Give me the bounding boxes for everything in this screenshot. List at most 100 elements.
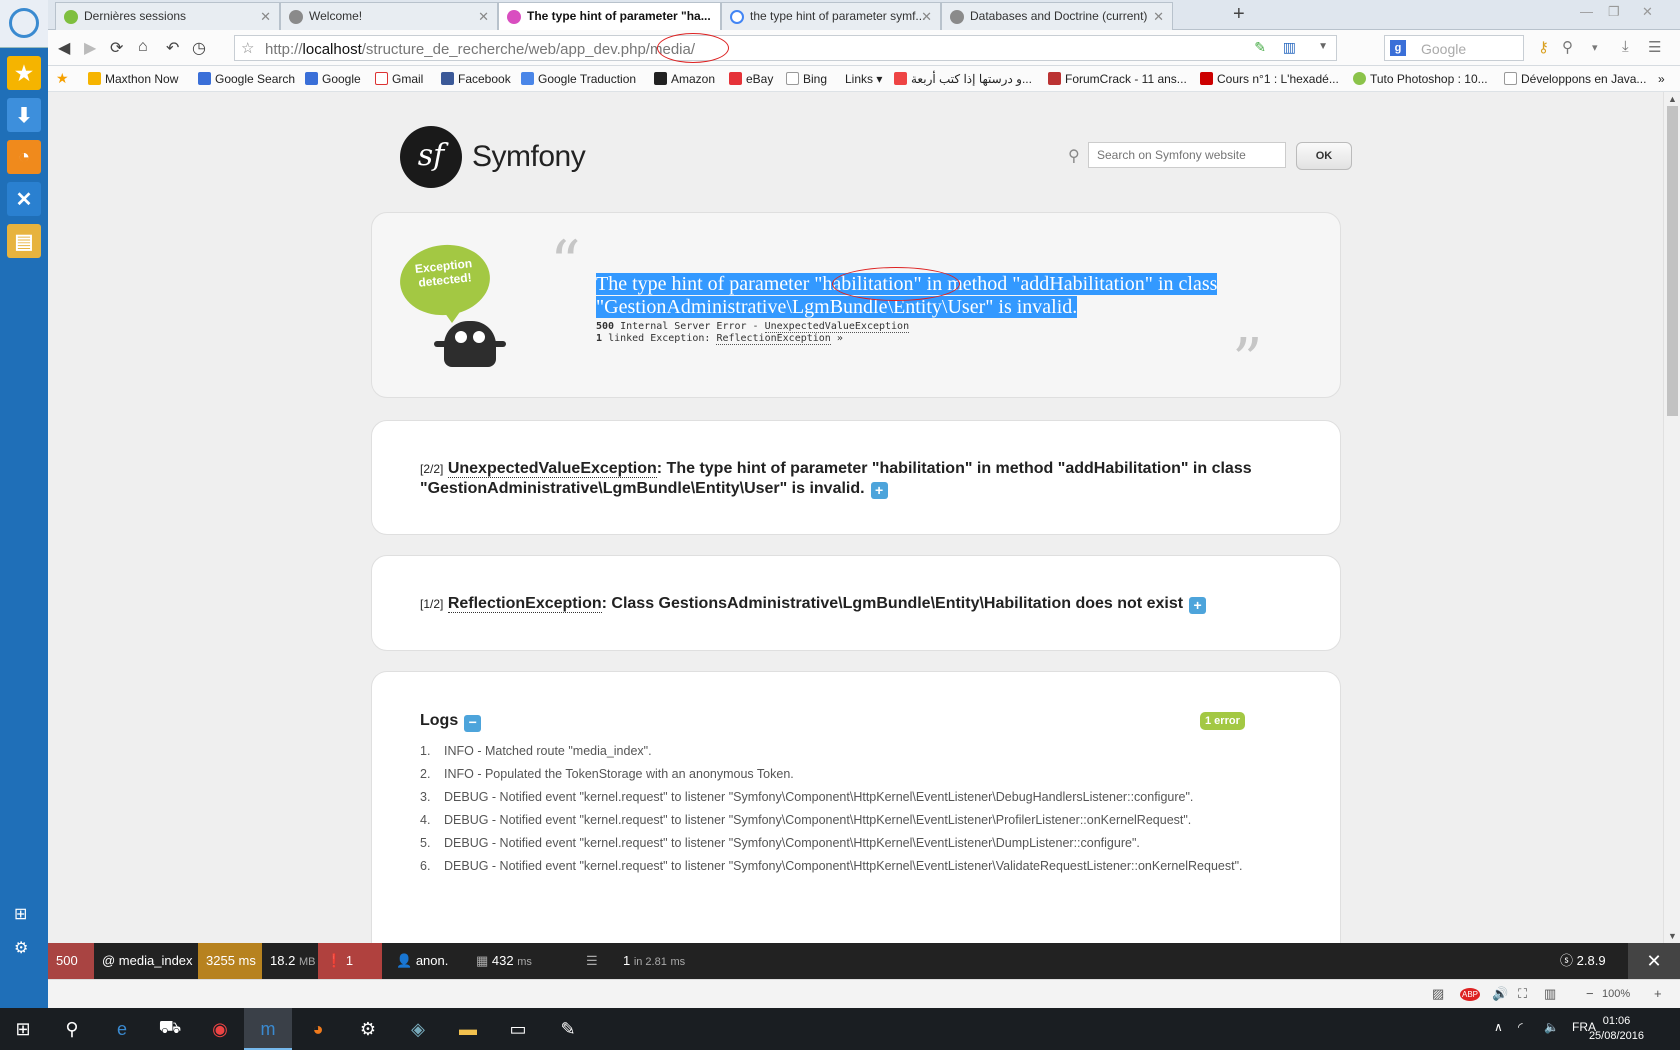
back-icon[interactable]: ◀ (58, 38, 70, 58)
tools-icon[interactable]: ✕ (7, 182, 41, 216)
tab-active-exception[interactable]: The type hint of parameter "ha... (498, 2, 721, 31)
vertical-scrollbar[interactable]: ▲ ▼ (1663, 92, 1680, 943)
rss-icon[interactable]: ◔ (7, 140, 41, 174)
symfony-search-input[interactable] (1088, 142, 1286, 168)
history-icon[interactable]: ◷ (192, 38, 206, 58)
close-icon[interactable]: ✕ (921, 9, 932, 25)
exception-class[interactable]: ReflectionException (447, 595, 602, 613)
bookmark-google-search[interactable]: Google Search (198, 72, 295, 86)
zoom-in-icon[interactable]: + (1654, 986, 1662, 1001)
search-box[interactable]: g Google (1384, 35, 1524, 61)
tab-google-search[interactable]: the type hint of parameter symf... ✕ (721, 2, 941, 30)
bookmark-amazon[interactable]: Amazon (654, 72, 715, 86)
downloads-icon[interactable]: ⤓ (1622, 38, 1629, 55)
symfony-logo-text[interactable]: Symfony (472, 140, 586, 174)
database-queries[interactable]: ☰ 1 in 2.81 ms (578, 943, 693, 979)
file-explorer-icon[interactable]: ▬ (453, 1014, 483, 1044)
paint-icon[interactable]: ✎ (553, 1014, 583, 1044)
more-bookmarks-icon[interactable]: » (1658, 72, 1665, 86)
bookmark-facebook[interactable]: Facebook (441, 72, 511, 86)
bookmark-gmail[interactable]: Gmail (375, 72, 423, 86)
edge-icon[interactable]: e (107, 1014, 137, 1044)
expand-plus-icon[interactable]: + (1189, 597, 1207, 614)
exception-class-link[interactable]: UnexpectedValueException (764, 321, 910, 333)
expand-plus-icon[interactable]: + (870, 482, 888, 499)
search-ok-button[interactable]: OK (1296, 142, 1352, 170)
scroll-up-icon[interactable]: ▲ (1668, 94, 1677, 104)
bookmark-ebay[interactable]: eBay (729, 72, 773, 86)
settings-gear-icon[interactable]: ⚙ (14, 938, 28, 958)
memory-usage[interactable]: 18.2 MB (262, 943, 323, 979)
adblock-icon[interactable]: ABP (1460, 988, 1481, 1001)
home-icon[interactable]: ⌂ (138, 38, 148, 56)
add-panel-icon[interactable]: ⊞ (14, 904, 27, 924)
search-icon[interactable]: ⚲ (57, 1014, 87, 1044)
volume-icon[interactable]: 🔈 (1544, 1020, 1559, 1034)
tools-icon[interactable]: ⚲ (1562, 38, 1573, 56)
download-icon[interactable]: ⬇ (7, 98, 41, 132)
clock[interactable]: 01:06 25/08/2016 (1589, 1014, 1644, 1044)
close-icon[interactable]: ✕ (478, 9, 489, 25)
chrome-icon[interactable]: ◉ (205, 1014, 235, 1044)
bookmark-maxthon-now[interactable]: Maxthon Now (88, 72, 178, 86)
notes-icon[interactable]: ▤ (7, 224, 41, 258)
app-icon[interactable]: ⚙ (353, 1014, 383, 1044)
favorites-star-icon[interactable]: ★ (7, 56, 41, 90)
firefox-icon[interactable]: ◕ (303, 1014, 333, 1044)
reader-icon[interactable]: ▥ (1283, 39, 1296, 56)
favorites-star-icon[interactable]: ★ (56, 70, 69, 87)
menu-icon[interactable]: ☰ (1648, 38, 1661, 56)
tab-doctrine[interactable]: Databases and Doctrine (current) ✕ (941, 2, 1173, 30)
close-icon[interactable]: ✕ (260, 9, 271, 25)
tab-sessions[interactable]: Dernières sessions ✕ (55, 2, 280, 30)
windows-start-icon[interactable]: ⊞ (8, 1014, 38, 1044)
route-name[interactable]: @ media_index (94, 943, 201, 979)
collapse-minus-icon[interactable]: − (464, 715, 482, 732)
bookmark-arabic[interactable]: و درستها إذا كتب أربعة... (894, 72, 1032, 86)
key-icon[interactable]: ⚷ (1538, 38, 1549, 56)
fullscreen-icon[interactable]: ⛶ (1518, 986, 1527, 1002)
zoom-out-icon[interactable]: − (1586, 986, 1594, 1001)
exception-class[interactable]: UnexpectedValueException (447, 460, 657, 478)
bookmark-forumcrack[interactable]: ForumCrack - 11 ans... (1048, 72, 1187, 86)
pin-icon[interactable]: ✎ (1254, 39, 1266, 56)
maxthon-logo[interactable] (0, 0, 48, 48)
close-icon[interactable]: ✕ (1153, 9, 1164, 25)
chevron-down-icon[interactable]: ▾ (1592, 41, 1598, 54)
split-view-icon[interactable]: ▥ (1544, 986, 1556, 1002)
address-bar[interactable]: ☆ http://localhost/structure_de_recherch… (234, 33, 1337, 63)
tab-welcome[interactable]: Welcome! ✕ (280, 2, 498, 30)
bookmark-developpons-java[interactable]: Développons en Java... (1504, 72, 1646, 86)
undo-icon[interactable]: ↶ (166, 38, 179, 58)
symfony-version[interactable]: ⓢ 2.8.9 (1552, 943, 1614, 979)
bookmark-tuto-photoshop[interactable]: Tuto Photoshop : 10... (1353, 72, 1488, 86)
bookmark-star-icon[interactable]: ☆ (241, 39, 254, 57)
wifi-icon[interactable]: ◜ (1518, 1020, 1523, 1034)
chevron-up-icon[interactable]: ∧ (1494, 1020, 1503, 1034)
security-user[interactable]: 👤 anon. (388, 943, 456, 979)
volume-icon[interactable]: 🔊 (1492, 986, 1508, 1002)
zoom-level[interactable]: 100% (1602, 988, 1630, 1000)
bookmark-google-traduction[interactable]: Google Traduction (521, 72, 636, 86)
store-icon[interactable]: ⛟ (155, 1014, 185, 1044)
bookmark-bing[interactable]: Bing (786, 72, 827, 86)
request-time[interactable]: 3255 ms (198, 943, 262, 979)
scroll-down-icon[interactable]: ▼ (1668, 931, 1677, 941)
forward-icon[interactable]: ▶ (84, 38, 96, 58)
linked-exception-link[interactable]: ReflectionException (716, 333, 831, 345)
virtualbox-icon[interactable]: ◈ (403, 1014, 433, 1044)
init-time[interactable]: ▦ 432 ms (468, 943, 540, 979)
bookmark-google[interactable]: Google (305, 72, 361, 86)
chevron-down-icon[interactable]: ▼ (1318, 41, 1328, 52)
window-close-icon[interactable]: ✕ (1642, 4, 1653, 20)
terminal-icon[interactable]: ▭ (503, 1014, 533, 1044)
restore-icon[interactable]: ❐ (1608, 4, 1620, 20)
reload-icon[interactable]: ⟳ (110, 38, 123, 58)
symfony-logo-icon[interactable]: sf (400, 126, 462, 188)
scrollbar-thumb[interactable] (1667, 106, 1678, 416)
minimize-icon[interactable]: — (1580, 4, 1593, 19)
bookmark-links[interactable]: Links ▾ (845, 72, 882, 86)
bookmark-cours-hexadecimal[interactable]: Cours n°1 : L'hexadé... (1200, 72, 1339, 86)
new-tab-button[interactable]: + (1233, 3, 1245, 26)
url-text[interactable]: http://localhost/structure_de_recherche/… (265, 41, 695, 58)
